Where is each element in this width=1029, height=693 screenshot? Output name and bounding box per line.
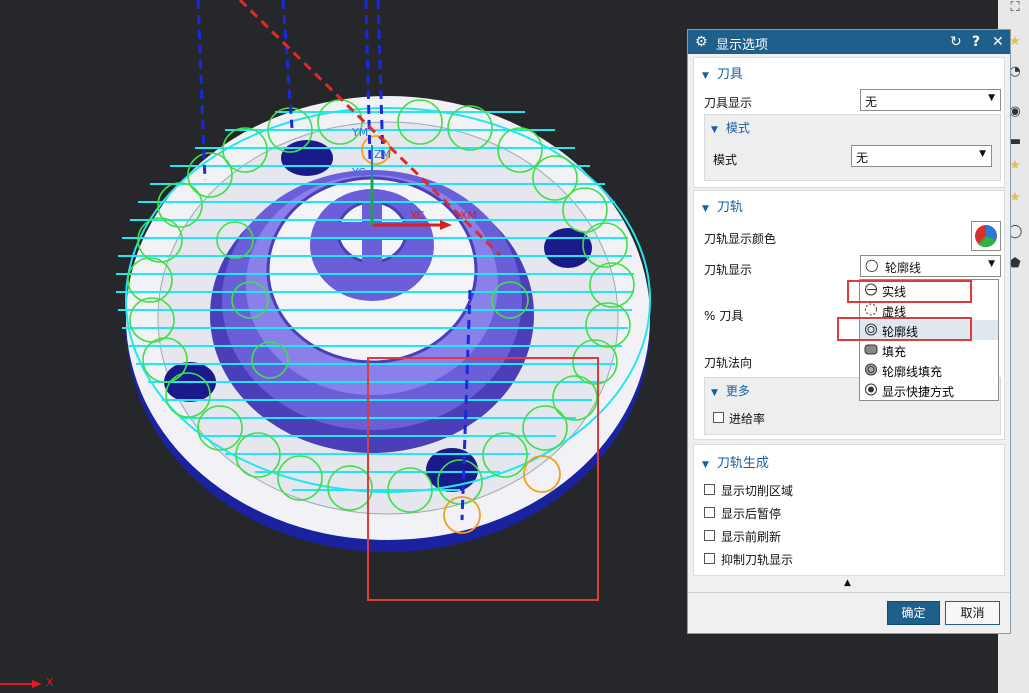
cancel-button[interactable]: 取消 [945,601,1000,625]
tool-display-label: 刀具显示 [704,96,753,110]
option-show-shortcuts[interactable]: 显示快捷方式 [860,380,998,400]
axis-label-zm: ZM [374,148,392,161]
radio-selected-icon [865,383,877,396]
global-axis-x: X [46,676,54,689]
path-normal-label: 刀轨法向 [704,356,753,370]
pause-after-display-label: 显示后暂停 [721,507,782,521]
path-color-button[interactable] [971,221,1001,251]
suppress-path-display-checkbox[interactable] [704,553,715,564]
collapse-dialog-icon[interactable]: ▲ [844,578,851,588]
path-display-label: 刀轨显示 [704,263,753,277]
collapse-icon: ▼ [702,204,709,214]
ok-button[interactable]: 确定 [887,601,940,625]
collapse-icon: ▼ [711,125,718,135]
feed-rate-label: 进给率 [729,412,766,426]
axis-label-xc: XC [410,209,425,222]
dialog-title: 显示选项 [716,38,769,53]
refresh-before-display-checkbox[interactable] [704,530,715,541]
path-section-header[interactable]: ▼ 刀轨 [702,196,743,215]
mode-label: 模式 [713,153,738,167]
close-icon[interactable]: ✕ [992,32,1004,52]
highlight-contour-line [837,317,972,341]
tool-display-select[interactable]: 无 ▼ [860,89,1001,111]
mode-section-header[interactable]: ▼ 模式 [711,119,750,136]
mode-subsection: ▼ 模式 模式 无 ▼ [704,114,1001,181]
reset-icon[interactable]: ↻ [950,32,962,52]
collapse-icon: ▼ [702,71,709,81]
chevron-down-icon: ▼ [988,93,995,103]
dialog-divider [688,592,1010,593]
option-contour-fill[interactable]: 轮廓线填充 [860,360,998,380]
tool-percent-label: % 刀具 [704,309,744,323]
show-cut-area-label: 显示切削区域 [721,484,794,498]
dashed-line-icon [865,303,877,316]
option-fill[interactable]: 填充 [860,340,998,360]
path-display-select[interactable]: ◯ 轮廓线 ▼ [860,255,1001,277]
mode-select[interactable]: 无 ▼ [851,145,992,167]
path-generate-section: ▼ 刀轨生成 显示切削区域 显示后暂停 显示前刷新 抑制刀轨显示 [693,444,1005,576]
more-section-header[interactable]: ▼ 更多 [711,382,750,399]
axis-label-yc: YC [352,166,366,179]
show-cut-area-checkbox[interactable] [704,484,715,495]
fit-view-icon[interactable]: ⛶ [1002,0,1028,22]
color-wheel-icon [975,225,997,248]
contour-icon: ◯ [865,258,879,272]
path-color-label: 刀轨显示颜色 [704,232,777,246]
help-icon[interactable]: ? [972,32,980,52]
feed-rate-checkbox[interactable] [713,412,724,423]
axis-label-ym: YM [352,126,369,139]
dialog-title-bar[interactable]: ⚙ 显示选项 ↻ ? ✕ [688,30,1010,54]
refresh-before-display-label: 显示前刷新 [721,530,782,544]
path-generate-header[interactable]: ▼ 刀轨生成 [702,452,769,471]
chevron-down-icon: ▼ [979,149,986,159]
collapse-icon: ▼ [702,460,709,470]
tool-section-header[interactable]: ▼ 刀具 [702,63,743,82]
highlight-solid-line [847,280,972,303]
pause-after-display-checkbox[interactable] [704,507,715,518]
suppress-path-display-label: 抑制刀轨显示 [721,553,794,567]
contour-fill-icon [865,363,877,376]
collapse-icon: ▼ [711,388,718,398]
tool-section: ▼ 刀具 刀具显示 无 ▼ ▼ 模式 模式 无 ▼ [693,57,1005,188]
chevron-down-icon: ▼ [988,259,995,269]
gear-icon: ⚙ [695,34,708,50]
fill-icon [864,344,878,355]
axis-label-xm: XM [460,209,478,222]
